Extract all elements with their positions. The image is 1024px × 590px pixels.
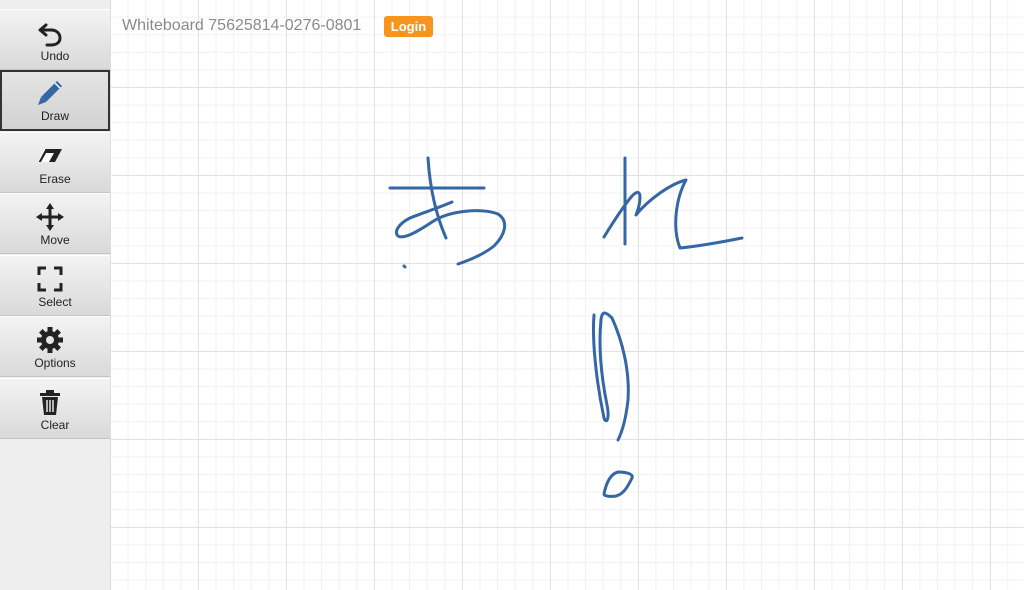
move-arrows-icon [36,203,64,231]
erase-label: Erase [39,172,71,186]
select-label: Select [38,295,72,309]
move-button[interactable]: Move [0,193,110,254]
move-label: Move [40,233,70,247]
undo-label: Undo [40,49,70,63]
login-button[interactable]: Login [384,16,433,37]
clear-label: Clear [40,418,70,432]
options-button[interactable]: Options [0,316,110,377]
trash-icon [40,390,60,415]
erase-button[interactable]: Erase [0,132,110,193]
undo-icon [38,23,62,47]
select-corners-icon [37,266,63,292]
drawing-canvas[interactable] [111,0,1024,590]
draw-button[interactable]: Draw [0,70,110,131]
options-label: Options [34,356,76,370]
select-button[interactable]: Select [0,255,110,316]
undo-button[interactable]: Undo [0,9,110,70]
pencil-icon [38,81,62,105]
eraser-icon [37,148,62,163]
draw-label: Draw [40,109,69,123]
clear-button[interactable]: Clear [0,378,110,439]
board-title: Whiteboard 75625814-0276-0801 [122,17,362,34]
whiteboard-app: Whiteboard 75625814-0276-0801 Login Undo… [0,0,1024,590]
tool-sidebar: Undo Draw Erase Move Select Options Clea… [0,0,111,590]
gear-icon [37,327,63,353]
